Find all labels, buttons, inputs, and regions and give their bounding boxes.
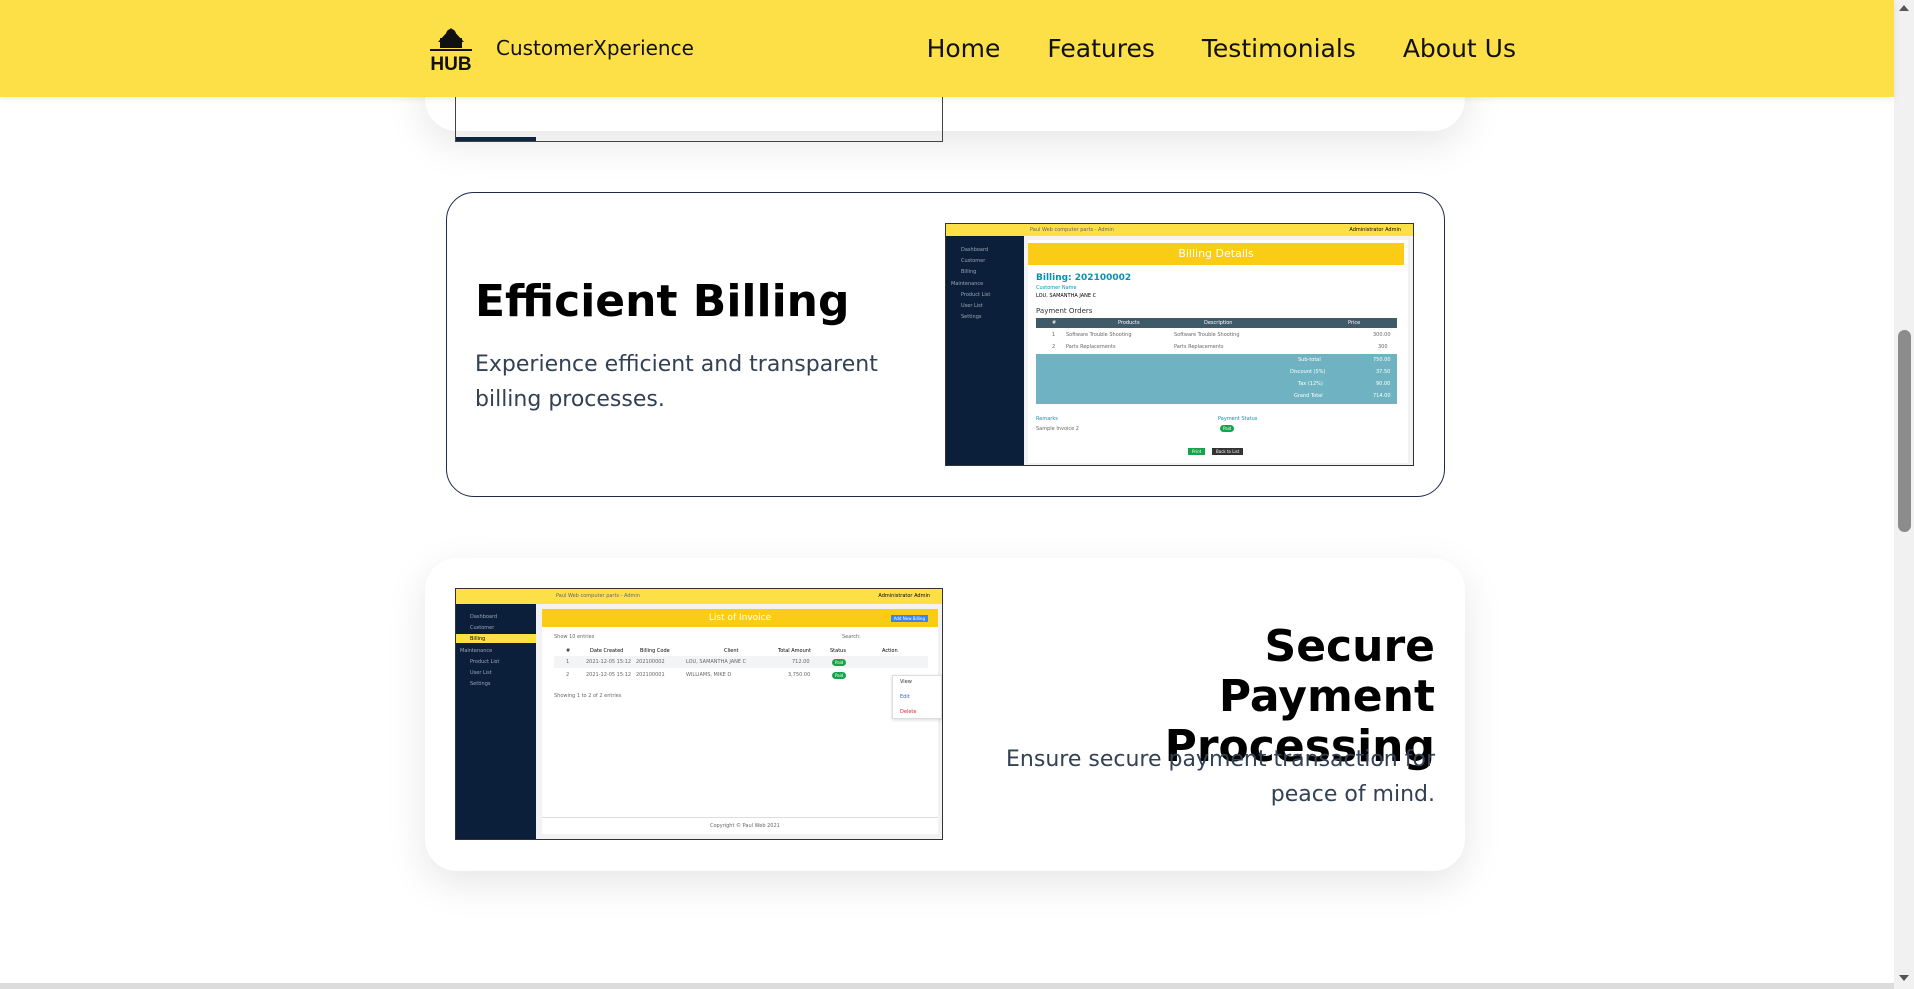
previous-screenshot	[455, 95, 943, 142]
feature-description: Ensure secure payment transaction for pe…	[1006, 747, 1435, 807]
logo-text: HUB	[430, 54, 471, 72]
back-button-mock: Back to List	[1212, 448, 1244, 455]
brand-name[interactable]: CustomerXperience	[496, 36, 694, 60]
billing-details-screenshot: Paul Web computer parts - Admin Administ…	[945, 223, 1414, 466]
scroll-up-arrow-icon[interactable]	[1899, 5, 1909, 11]
nav-features[interactable]: Features	[1047, 34, 1155, 63]
feature-card-payment: Paul Web computer parts - Admin Administ…	[425, 558, 1465, 871]
nav-testimonials[interactable]: Testimonials	[1202, 34, 1356, 63]
horizontal-scrollbar[interactable]	[0, 983, 1894, 989]
nav-links: Home Features Testimonials About Us	[927, 34, 1516, 63]
top-navbar: HUB CustomerXperience Home Features Test…	[0, 0, 1894, 97]
hub-logo[interactable]: HUB	[424, 20, 478, 72]
scroll-down-arrow-icon[interactable]	[1899, 975, 1909, 981]
print-button-mock: Print	[1188, 448, 1206, 455]
nav-about-us[interactable]: About Us	[1403, 34, 1516, 63]
feature-card-billing: Efficient Billing Experience efficient a…	[446, 192, 1445, 497]
feature-title: Efficient Billing	[475, 276, 850, 327]
nav-home[interactable]: Home	[927, 34, 1001, 63]
page-scrollbar[interactable]	[1894, 0, 1914, 989]
invoice-list-screenshot: Paul Web computer parts - Admin Administ…	[455, 588, 943, 840]
feature-description: Experience efficient and transparent bil…	[475, 352, 878, 412]
scrollbar-thumb[interactable]	[1898, 330, 1911, 532]
